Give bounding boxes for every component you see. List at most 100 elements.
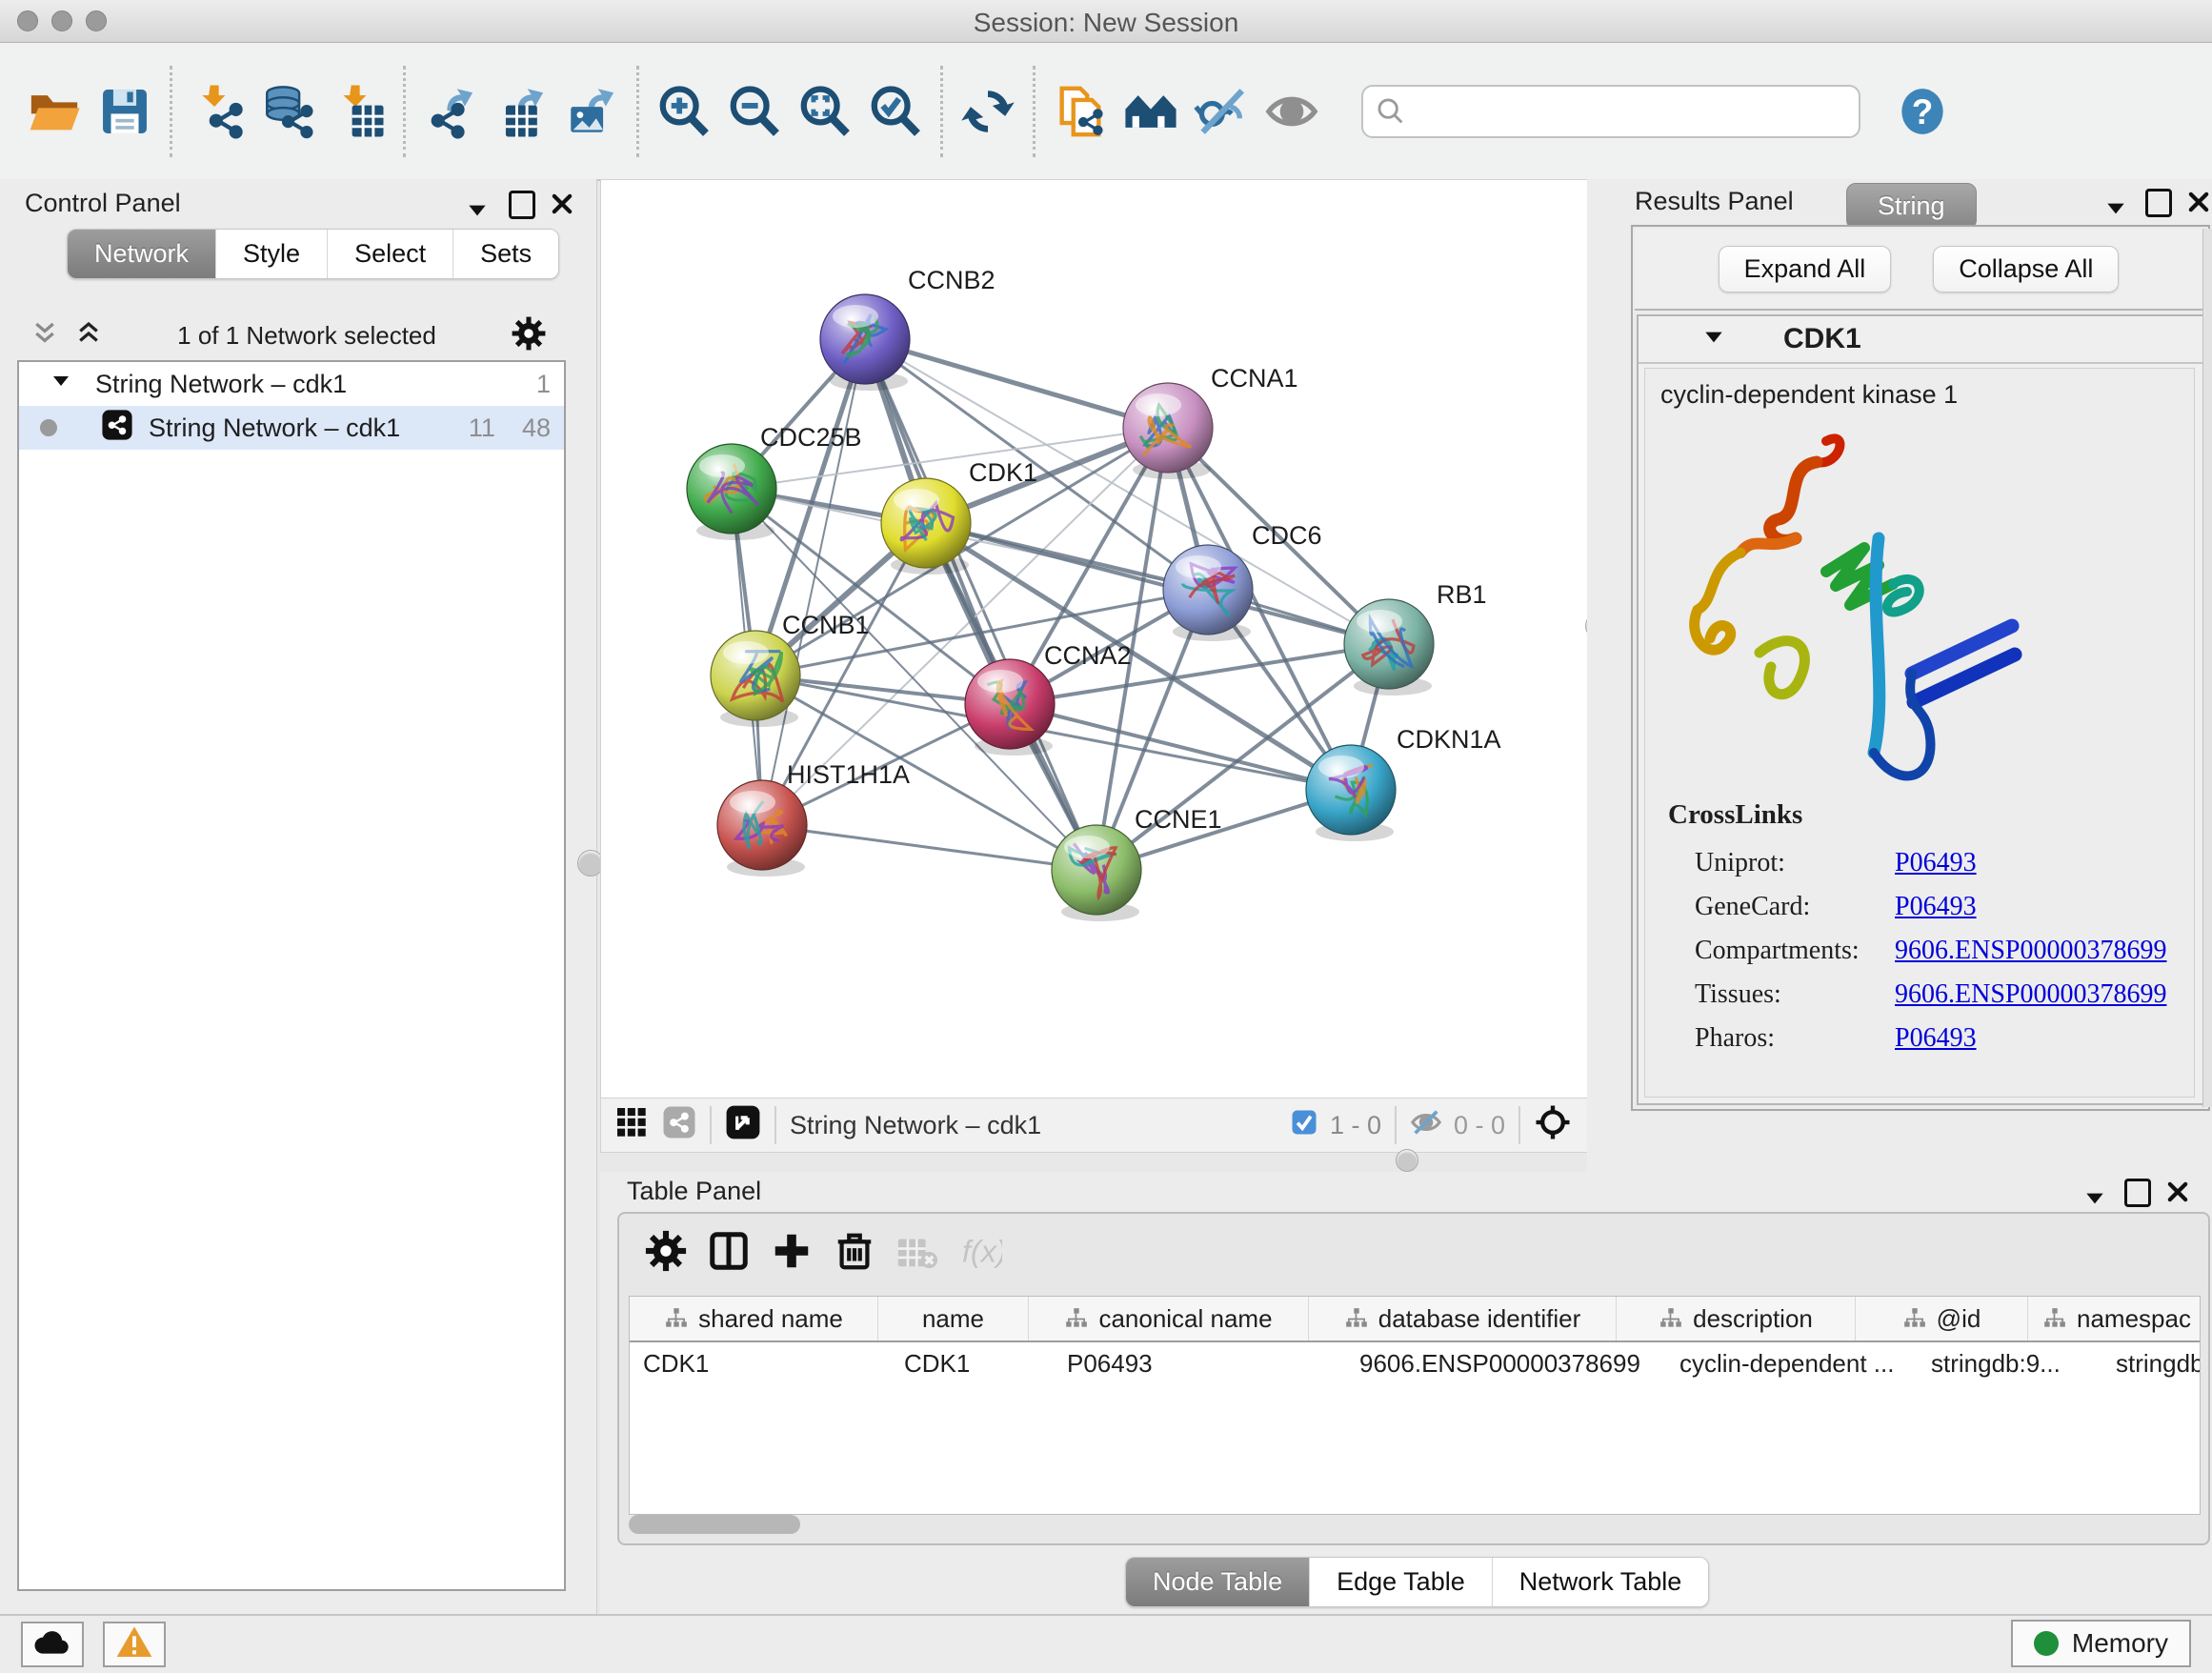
- network-canvas[interactable]: CCNB2 CCNA1 CDC25B CDK1 CDC6 RB1 CCNB1 C…: [600, 179, 1588, 1099]
- results-panel-float-icon[interactable]: [2145, 189, 2172, 217]
- table-cell[interactable]: CDK1: [630, 1349, 891, 1379]
- table-hscrollbar-thumb[interactable]: [629, 1515, 800, 1534]
- column-header-6[interactable]: namespac: [2028, 1297, 2201, 1340]
- table-panel-close-icon[interactable]: [2164, 1179, 2191, 1210]
- node-CDC6[interactable]: CDC6: [1163, 521, 1322, 641]
- network-view-icon[interactable]: [662, 1105, 696, 1146]
- warnings-button[interactable]: [103, 1622, 166, 1667]
- table-cell[interactable]: stringdb: [2102, 1349, 2201, 1379]
- bottom-splitter-handle[interactable]: [1396, 1149, 1418, 1172]
- column-header-2[interactable]: canonical name: [1029, 1297, 1309, 1340]
- tab-network-table[interactable]: Network Table: [1493, 1558, 1709, 1606]
- function-builder-button[interactable]: f(x): [949, 1219, 1012, 1282]
- birdseye-view-icon[interactable]: [725, 1104, 761, 1147]
- import-network-button[interactable]: [182, 66, 252, 157]
- zoom-out-button[interactable]: [719, 66, 790, 157]
- crosslink-value-link[interactable]: P06493: [1895, 892, 1977, 922]
- memory-button[interactable]: Memory: [2011, 1620, 2191, 1667]
- gene-header-row[interactable]: CDK1: [1639, 316, 2202, 364]
- show-graphics-details-button[interactable]: [1257, 66, 1327, 157]
- selected-checkbox-icon[interactable]: [1290, 1108, 1318, 1143]
- save-session-button[interactable]: [90, 66, 160, 157]
- network-current-dot: [40, 419, 57, 436]
- table-panel-float-icon[interactable]: [2124, 1179, 2151, 1207]
- search-input[interactable]: [1407, 95, 1847, 127]
- string-protein-query-button[interactable]: [1116, 66, 1186, 157]
- tab-sets[interactable]: Sets: [453, 230, 558, 278]
- tab-select[interactable]: Select: [328, 230, 453, 278]
- node-CDKN1A[interactable]: CDKN1A: [1306, 725, 1501, 841]
- collapse-all-button[interactable]: Collapse All: [1933, 246, 2119, 292]
- zoom-fit-button[interactable]: [790, 66, 860, 157]
- toolbar-separator: [636, 66, 639, 157]
- tab-network[interactable]: Network: [68, 230, 216, 278]
- network-selector-bar: 1 of 1 Network selected: [17, 312, 562, 358]
- crosslink-value-link[interactable]: P06493: [1895, 848, 1977, 878]
- tab-node-table[interactable]: Node Table: [1126, 1558, 1310, 1606]
- delete-table-button[interactable]: [886, 1219, 949, 1282]
- table-cell[interactable]: P06493: [1054, 1349, 1346, 1379]
- export-network-button[interactable]: [415, 66, 486, 157]
- table-cell[interactable]: 9606.ENSP00000378699: [1346, 1349, 1666, 1379]
- node-RB1[interactable]: RB1: [1344, 580, 1487, 695]
- apply-layout-button[interactable]: [953, 66, 1023, 157]
- control-panel-collapse-icon[interactable]: [465, 198, 490, 228]
- results-tab-string[interactable]: String: [1846, 183, 1977, 230]
- import-table-button[interactable]: [323, 66, 393, 157]
- table-settings-button[interactable]: [634, 1219, 697, 1282]
- crosslink-label: Uniprot:: [1695, 848, 1895, 878]
- control-panel-float-icon[interactable]: [509, 191, 535, 219]
- string-glasses-toggle-button[interactable]: [1186, 66, 1257, 157]
- crosslink-value-link[interactable]: 9606.ENSP00000378699: [1895, 979, 2166, 1010]
- collapse-all-networks-icon[interactable]: [74, 319, 103, 353]
- zoom-selected-button[interactable]: [860, 66, 931, 157]
- hidden-eye-icon[interactable]: [1410, 1106, 1442, 1145]
- network-row[interactable]: String Network – cdk1 11 48: [19, 406, 564, 450]
- cloud-button[interactable]: [21, 1622, 84, 1667]
- create-column-button[interactable]: [760, 1219, 823, 1282]
- gene-collapse-icon[interactable]: [1701, 325, 1726, 354]
- gene-name: CDK1: [1783, 323, 1861, 355]
- column-header-3[interactable]: database identifier: [1309, 1297, 1617, 1340]
- import-network-database-button[interactable]: [252, 66, 323, 157]
- search-box[interactable]: [1361, 85, 1860, 138]
- table-row[interactable]: CDK1CDK1P064939606.ENSP00000378699cyclin…: [630, 1342, 2200, 1384]
- column-header-5[interactable]: @id: [1856, 1297, 2028, 1340]
- network-view-title: String Network – cdk1: [790, 1111, 1041, 1140]
- expand-all-networks-icon[interactable]: [30, 319, 59, 353]
- clone-network-button[interactable]: [1045, 66, 1116, 157]
- control-panel-close-icon[interactable]: [549, 191, 575, 222]
- grid-view-icon[interactable]: [614, 1105, 649, 1146]
- crosslink-value-link[interactable]: P06493: [1895, 1023, 1977, 1054]
- column-header-4[interactable]: description: [1617, 1297, 1856, 1340]
- network-edge-count: 48: [522, 413, 551, 443]
- node-CCNA1[interactable]: CCNA1: [1123, 364, 1298, 479]
- expand-all-button[interactable]: Expand All: [1719, 246, 1892, 292]
- help-button[interactable]: ?: [1887, 66, 1958, 157]
- results-panel-close-icon[interactable]: [2185, 189, 2212, 220]
- table-cell[interactable]: stringdb:9...: [1918, 1349, 2102, 1379]
- table-cell[interactable]: cyclin-dependent ...: [1666, 1349, 1918, 1379]
- results-panel-collapse-icon[interactable]: [2103, 196, 2128, 226]
- crosslink-value-link[interactable]: 9606.ENSP00000378699: [1895, 936, 2166, 966]
- node-label-CDKN1A: CDKN1A: [1397, 725, 1501, 754]
- results-panel-title: Results Panel: [1635, 187, 1794, 216]
- column-header-1[interactable]: name: [878, 1297, 1029, 1340]
- network-options-gear-icon[interactable]: [511, 315, 547, 356]
- delete-column-button[interactable]: [823, 1219, 886, 1282]
- export-image-button[interactable]: [556, 66, 627, 157]
- network-collection-row[interactable]: String Network – cdk1 1: [19, 362, 564, 406]
- show-columns-button[interactable]: [697, 1219, 760, 1282]
- crosshair-icon[interactable]: [1534, 1103, 1572, 1148]
- tab-edge-table[interactable]: Edge Table: [1310, 1558, 1493, 1606]
- results-scrollbar[interactable]: [2202, 229, 2212, 1107]
- column-header-0[interactable]: shared name: [630, 1297, 878, 1340]
- collection-expand-icon[interactable]: [50, 370, 72, 399]
- zoom-in-button[interactable]: [649, 66, 719, 157]
- table-cell[interactable]: CDK1: [891, 1349, 1054, 1379]
- open-session-button[interactable]: [19, 66, 90, 157]
- network-view-toolbar: String Network – cdk1 1 - 0 0 - 0: [600, 1098, 1588, 1153]
- export-table-button[interactable]: [486, 66, 556, 157]
- tab-style[interactable]: Style: [216, 230, 328, 278]
- node-HIST1H1A[interactable]: HIST1H1A: [717, 760, 910, 877]
